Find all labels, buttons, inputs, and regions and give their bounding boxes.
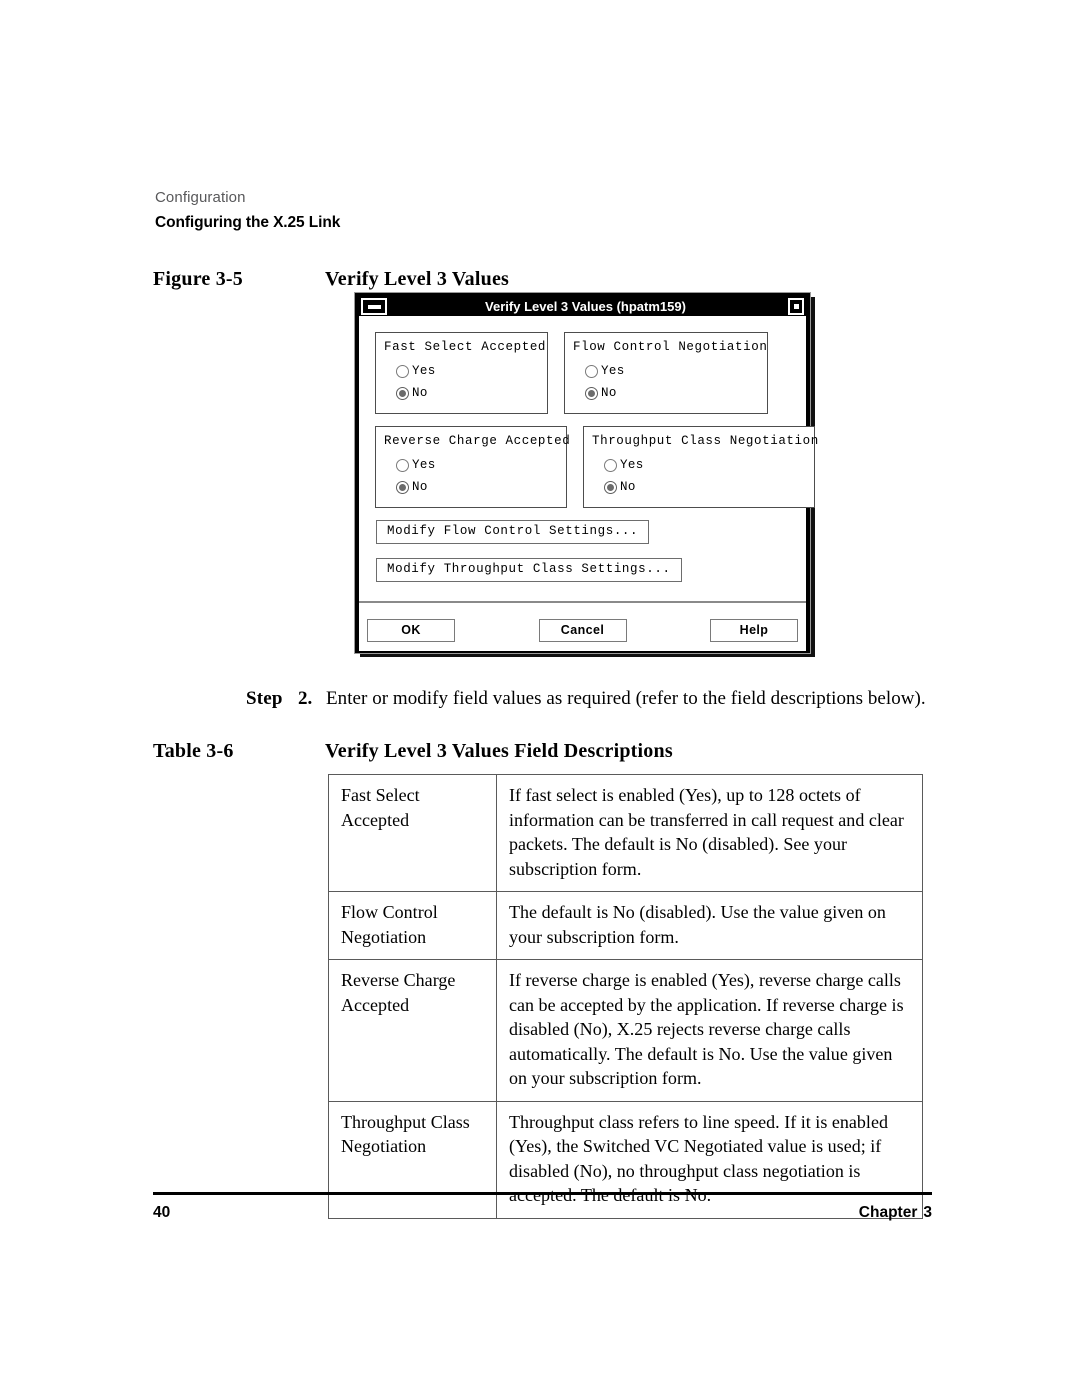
radio-fast-select-no[interactable]: No [396, 382, 539, 404]
field-description: If reverse charge is enabled (Yes), reve… [496, 959, 923, 1102]
radio-dot-selected-icon[interactable] [396, 386, 409, 400]
radio-label-throughput-yes: Yes [620, 458, 644, 472]
group-row-top: Fast Select Accepted Yes No Flow Control… [375, 332, 790, 414]
radio-label-flow-control-yes: Yes [601, 364, 625, 378]
verify-level-3-values-dialog: Verify Level 3 Values (hpatm159) Fast Se… [354, 292, 818, 654]
table-row: Throughput Class Negotiation Throughput … [328, 1100, 923, 1219]
modify-flow-control-settings-row: Modify Flow Control Settings... [376, 520, 790, 544]
field-name: Throughput Class Negotiation [328, 1100, 497, 1219]
group-fast-select-accepted: Fast Select Accepted Yes No [375, 332, 548, 414]
field-descriptions-table: Fast Select Accepted If fast select is e… [328, 774, 923, 1219]
table-row: Flow Control Negotiation The default is … [328, 891, 923, 960]
group-label-throughput-class-negotiation: Throughput Class Negotiation [592, 434, 819, 448]
modify-throughput-class-settings-row: Modify Throughput Class Settings... [376, 558, 790, 582]
field-name: Fast Select Accepted [328, 774, 497, 892]
radio-dot-icon[interactable] [585, 364, 598, 378]
field-description: The default is No (disabled). Use the va… [496, 891, 923, 960]
table-caption: Table 3-6 Verify Level 3 Values Field De… [153, 740, 933, 763]
page-number: 40 [153, 1204, 171, 1221]
radio-fast-select-yes[interactable]: Yes [396, 360, 539, 382]
field-description: If fast select is enabled (Yes), up to 1… [496, 774, 923, 892]
radio-flow-control-no[interactable]: No [585, 382, 759, 404]
figure-caption: Figure 3-5 Verify Level 3 Values [153, 268, 933, 291]
running-head-chapter: Configuration [155, 189, 246, 206]
table-row: Fast Select Accepted If fast select is e… [328, 774, 923, 892]
page-footer: 40 Chapter 3 [153, 1204, 932, 1222]
radio-dot-icon[interactable] [396, 364, 409, 378]
radio-dot-selected-icon[interactable] [585, 386, 598, 400]
group-label-flow-control-negotiation: Flow Control Negotiation [573, 340, 768, 354]
table-label: Table 3-6 [153, 740, 234, 762]
radio-reverse-charge-no[interactable]: No [396, 476, 558, 498]
dialog-body: Fast Select Accepted Yes No Flow Control… [359, 318, 818, 651]
dialog-title-bar[interactable]: Verify Level 3 Values (hpatm159) [359, 297, 806, 318]
help-button[interactable]: Help [710, 618, 798, 642]
group-row-bottom: Reverse Charge Accepted Yes No Throughpu… [375, 426, 818, 508]
group-throughput-class-negotiation: Throughput Class Negotiation Yes No [583, 426, 819, 508]
step-number: 2. [298, 688, 313, 709]
group-reverse-charge-accepted: Reverse Charge Accepted Yes No [375, 426, 571, 508]
modify-throughput-class-settings-button[interactable]: Modify Throughput Class Settings... [376, 558, 682, 582]
radio-label-flow-control-no: No [601, 386, 617, 400]
action-separator [359, 601, 806, 603]
radio-reverse-charge-yes[interactable]: Yes [396, 454, 558, 476]
table-title: Verify Level 3 Values Field Descriptions [325, 740, 673, 762]
step-block: Step 2. Enter or modify field values as … [246, 686, 936, 711]
radio-label-reverse-charge-no: No [412, 480, 428, 494]
figure-label: Figure 3-5 [153, 268, 243, 290]
footer-chapter: Chapter 3 [859, 1204, 932, 1222]
radio-dot-selected-icon[interactable] [604, 480, 617, 494]
radio-flow-control-yes[interactable]: Yes [585, 360, 759, 382]
step-text: Enter or modify field values as required… [326, 688, 926, 709]
group-label-reverse-charge-accepted: Reverse Charge Accepted [384, 434, 571, 448]
radio-dot-icon[interactable] [604, 458, 617, 472]
field-name: Reverse Charge Accepted [328, 959, 497, 1102]
group-label-fast-select-accepted: Fast Select Accepted [384, 340, 547, 354]
dialog-action-row: OK Cancel Help [367, 618, 798, 642]
table-row: Reverse Charge Accepted If reverse charg… [328, 959, 923, 1102]
footer-rule [153, 1192, 932, 1195]
radio-throughput-yes[interactable]: Yes [604, 454, 806, 476]
running-head: Configuration Configuring the X.25 Link [155, 188, 855, 234]
group-flow-control-negotiation: Flow Control Negotiation Yes No [564, 332, 768, 414]
radio-throughput-no[interactable]: No [604, 476, 806, 498]
field-name: Flow Control Negotiation [328, 891, 497, 960]
figure-title: Verify Level 3 Values [325, 268, 510, 290]
footer-chapter-number: 3 [923, 1204, 932, 1221]
radio-label-fast-select-yes: Yes [412, 364, 436, 378]
running-head-section: Configuring the X.25 Link [155, 214, 341, 231]
radio-dot-icon[interactable] [396, 458, 409, 472]
radio-label-throughput-no: No [620, 480, 636, 494]
field-description: Throughput class refers to line speed. I… [496, 1100, 923, 1219]
footer-chapter-label: Chapter [858, 1204, 918, 1221]
radio-label-fast-select-no: No [412, 386, 428, 400]
cancel-button[interactable]: Cancel [538, 618, 627, 642]
maximize-icon[interactable] [788, 298, 804, 315]
dialog-title: Verify Level 3 Values (hpatm159) [485, 299, 686, 314]
minimize-icon[interactable] [361, 298, 387, 315]
radio-dot-selected-icon[interactable] [396, 480, 409, 494]
radio-label-reverse-charge-yes: Yes [412, 458, 436, 472]
step-word: Step [246, 688, 283, 709]
ok-button[interactable]: OK [367, 618, 455, 642]
modify-flow-control-settings-button[interactable]: Modify Flow Control Settings... [376, 520, 650, 544]
